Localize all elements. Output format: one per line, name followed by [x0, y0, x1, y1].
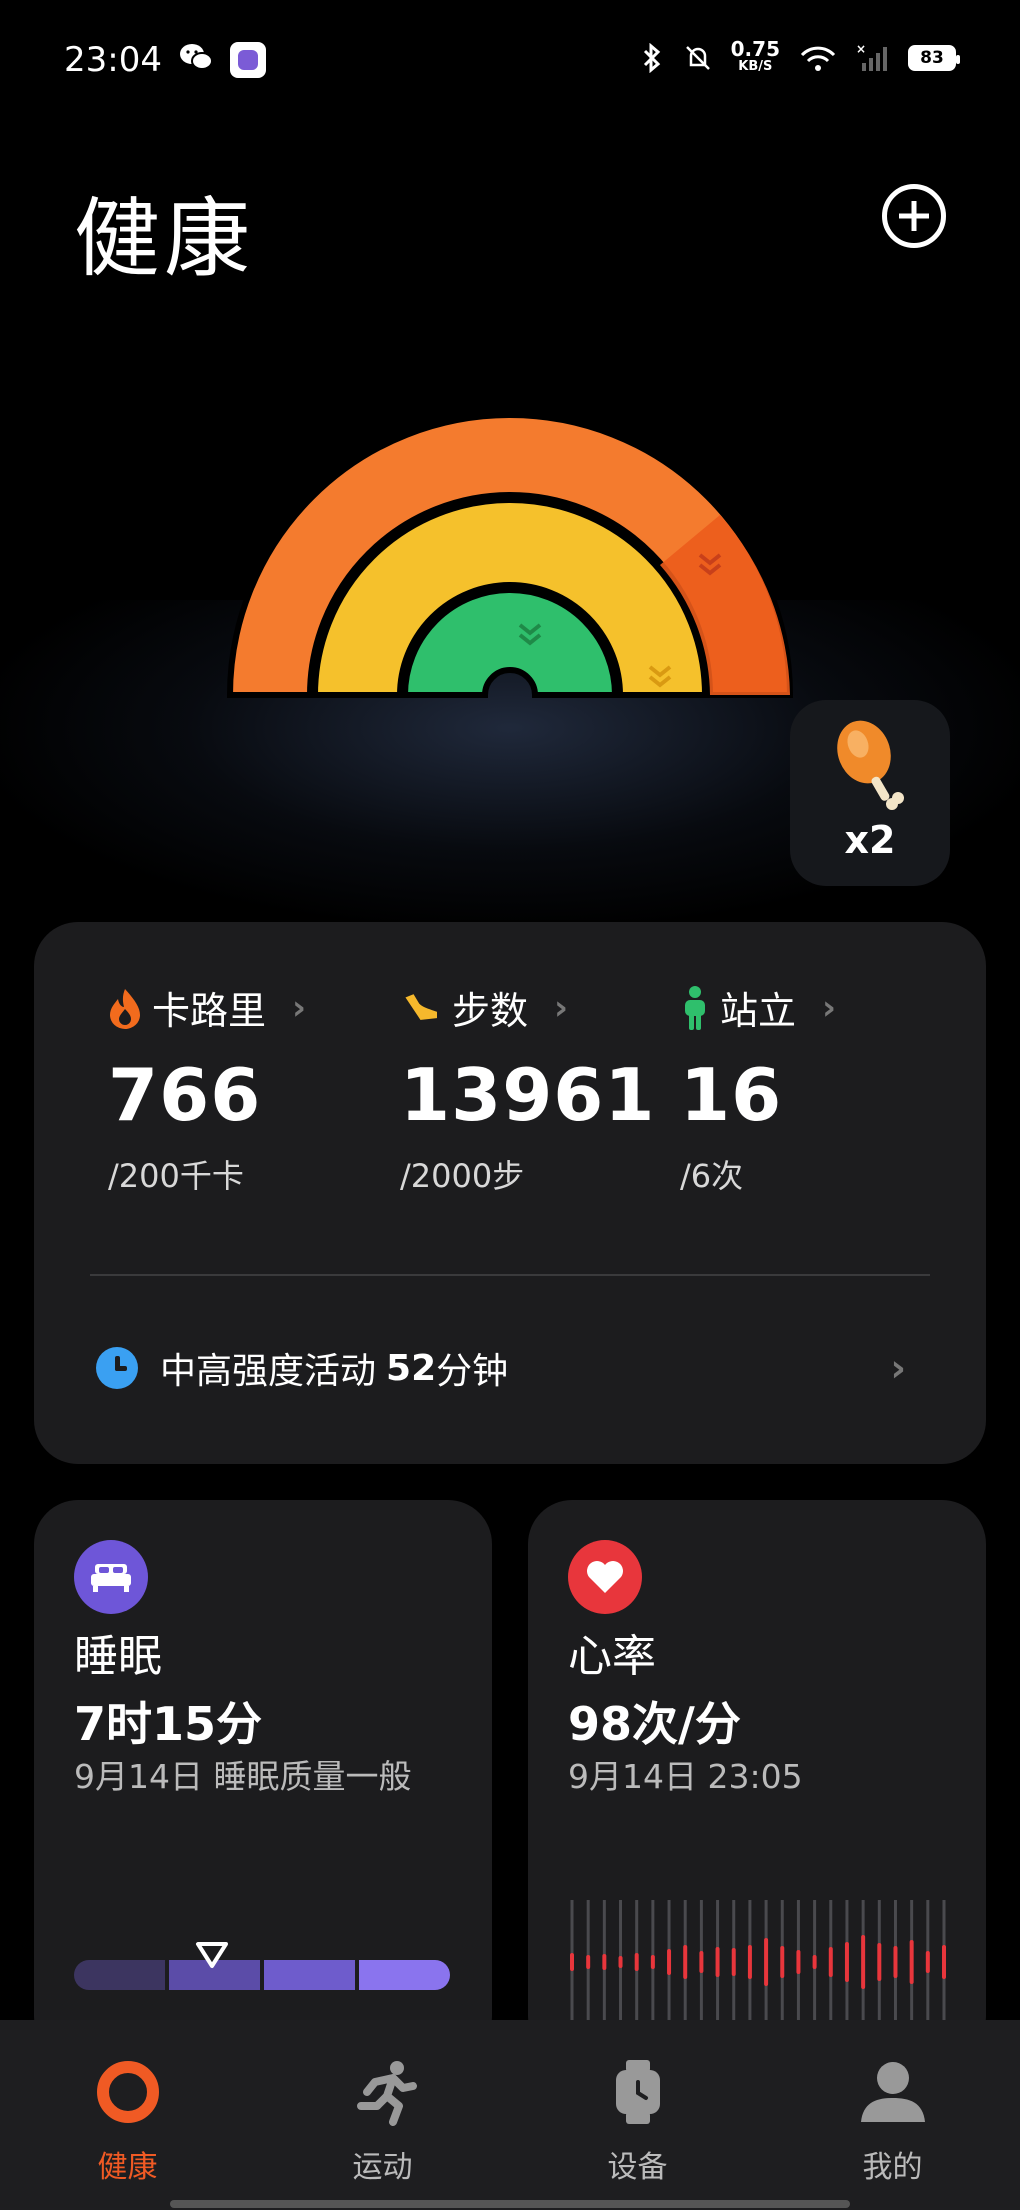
steps-stat[interactable]: 步数 › 13961 /2000步	[400, 980, 656, 1197]
tab-label: 我的	[862, 2150, 923, 2185]
heart-rate-card[interactable]: 心率 98次/分 9月14日 23:05	[528, 1500, 986, 2060]
tab-health[interactable]: 健康	[0, 2020, 255, 2210]
heart-icon	[568, 1540, 642, 1614]
person-icon	[860, 2062, 925, 2122]
wechat-icon	[180, 44, 213, 70]
bell-muted-icon	[685, 46, 710, 70]
standing-stat[interactable]: 站立 › 16 /6次	[680, 980, 836, 1197]
activity-row[interactable]: 中高强度活动 52 分钟 ›	[96, 1342, 906, 1394]
bed-icon	[74, 1540, 148, 1614]
clock-icon	[96, 1347, 138, 1389]
steps-goal: /2000步	[400, 1157, 525, 1195]
tab-devices[interactable]: 设备	[510, 2020, 765, 2210]
sleep-marker-icon	[196, 1942, 228, 1968]
chevron-right-icon: ›	[822, 987, 837, 1028]
chevron-right-icon: ›	[890, 1346, 906, 1390]
flame-icon	[110, 988, 140, 1029]
drumstick-icon	[837, 720, 904, 810]
status-right-icons: 0.75 KB/S × 83	[639, 39, 960, 76]
divider	[90, 1274, 930, 1276]
tab-exercise[interactable]: 运动	[255, 2020, 510, 2210]
reward-badge[interactable]: x2	[790, 700, 950, 886]
bluetooth-icon	[643, 43, 660, 73]
signal-icon: ×	[856, 43, 887, 71]
standing-person-icon	[685, 985, 705, 1030]
activity-label: 中高强度活动	[160, 1351, 377, 1392]
steps-value: 13961	[400, 1053, 656, 1137]
sleep-sub: 9月14日 睡眠质量一般	[74, 1757, 412, 1796]
activity-unit: 分钟	[436, 1351, 509, 1392]
tab-label: 运动	[352, 2150, 413, 2185]
chevron-right-icon: ›	[554, 987, 569, 1028]
wifi-icon	[800, 46, 836, 71]
heart-title: 心率	[568, 1631, 656, 1682]
status-time: 23:04	[64, 40, 162, 80]
standing-value: 16	[680, 1053, 783, 1137]
calories-label: 卡路里	[152, 989, 267, 1033]
sleep-segment	[264, 1960, 355, 1990]
watch-icon	[615, 2060, 660, 2124]
activity-rings[interactable]	[220, 405, 800, 705]
calories-goal: /200千卡	[108, 1157, 244, 1195]
sleep-value: 7时15分	[74, 1697, 263, 1751]
heart-rate-chart	[570, 1900, 946, 2020]
heart-sub: 9月14日 23:05	[568, 1757, 803, 1796]
reward-count: x2	[844, 818, 896, 862]
sleep-card[interactable]: 睡眠 7时15分 9月14日 睡眠质量一般	[34, 1500, 492, 2060]
battery-indicator: 83	[908, 45, 960, 71]
calories-stat[interactable]: 卡路里 › 766 /200千卡	[108, 980, 306, 1197]
sleep-title: 睡眠	[74, 1631, 162, 1682]
running-icon	[356, 2061, 417, 2126]
standing-label: 站立	[720, 989, 797, 1033]
tab-bar: 健康 运动 设备 我的	[0, 2020, 1020, 2210]
add-button[interactable]	[882, 184, 946, 248]
svg-text:×: ×	[856, 43, 866, 56]
stats-card: 卡路里 › 766 /200千卡 步数 › 13961 /2000步 站立 ›	[34, 922, 986, 1464]
activity-value: 52	[386, 1347, 437, 1389]
shoe-icon	[402, 991, 439, 1022]
tab-profile[interactable]: 我的	[765, 2020, 1020, 2210]
page-title: 健康	[74, 189, 254, 289]
home-indicator	[170, 2200, 850, 2208]
sleep-quality-bar	[74, 1960, 450, 1990]
heart-value: 98次/分	[568, 1697, 741, 1751]
chevron-right-icon: ›	[292, 987, 307, 1028]
tab-label: 健康	[97, 2150, 158, 2185]
health-ring-icon	[96, 2061, 159, 2123]
status-left-icons	[178, 42, 266, 78]
app-notification-icon	[230, 42, 266, 78]
standing-goal: /6次	[680, 1157, 744, 1195]
sleep-segment	[359, 1960, 450, 1990]
net-speed: 0.75 KB/S	[731, 39, 780, 76]
sleep-segment	[74, 1960, 165, 1990]
calories-value: 766	[108, 1053, 262, 1137]
tab-label: 设备	[607, 2150, 668, 2185]
steps-label: 步数	[452, 989, 529, 1033]
